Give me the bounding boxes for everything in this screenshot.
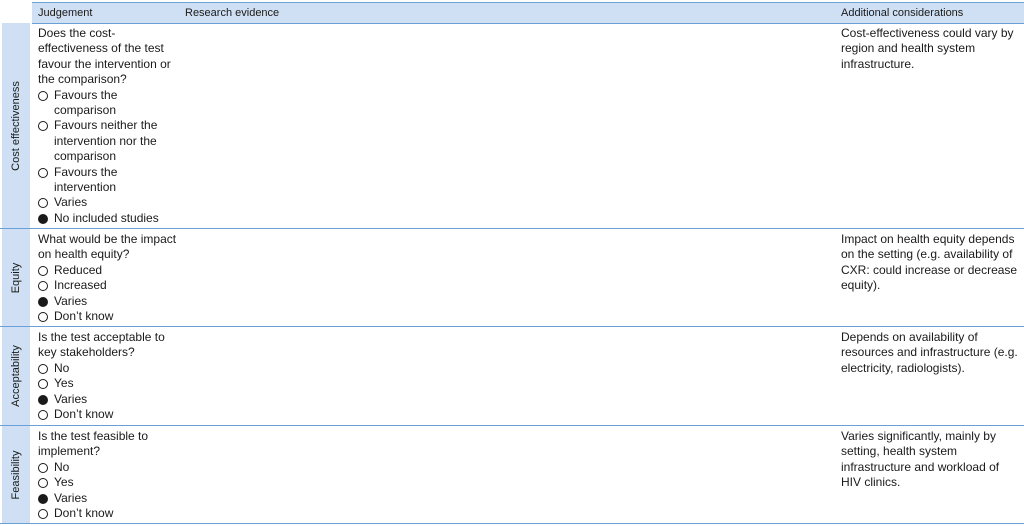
judgement-cell: Is the test acceptable to key stakeholde… [38,330,180,422]
judgement-option[interactable]: Favours the intervention [38,165,180,196]
row-label: Feasibility [10,450,22,499]
radio-empty-icon[interactable] [38,410,48,421]
judgement-question: Does the cost-effectiveness of the test … [38,26,171,87]
option-label: Don’t know [54,506,114,521]
judgement-option[interactable]: Don’t know [38,506,180,521]
header-additional-considerations: Additional considerations [841,7,964,19]
radio-filled-icon[interactable] [38,493,48,504]
table-header: Judgement Research evidence Additional c… [32,2,1024,24]
radio-empty-icon[interactable] [38,478,48,489]
option-label: No [54,459,70,474]
row-label-cell: Cost effectiveness [2,23,30,228]
radio-empty-icon[interactable] [38,90,48,101]
judgement-option[interactable]: Yes [38,376,180,391]
option-label: Increased [54,278,107,293]
consideration-cell: Depends on availability of resources and… [841,330,1018,375]
judgement-option[interactable]: No [38,460,180,475]
judgement-cell: What would be the impact on health equit… [38,232,180,324]
judgement-cell: Does the cost-effectiveness of the test … [38,26,180,226]
option-label: Varies [54,490,88,505]
radio-filled-icon[interactable] [38,213,48,224]
radio-empty-icon[interactable] [38,167,48,178]
option-label: Varies [54,195,88,210]
judgement-option[interactable]: Favours the comparison [38,88,180,119]
header-research-evidence: Research evidence [185,7,280,19]
consideration-cell: Impact on health equity depends on the s… [841,232,1018,293]
radio-empty-icon[interactable] [38,509,48,520]
judgement-option[interactable]: Favours neither the intervention nor the… [38,118,180,164]
judgement-option[interactable]: Don’t know [38,407,180,422]
judgement-option[interactable]: Varies [38,294,180,309]
option-label: Don’t know [54,407,114,422]
judgement-option[interactable]: Don’t know [38,309,180,324]
option-label: Yes [54,475,74,490]
option-label: Reduced [54,262,103,277]
radio-empty-icon[interactable] [38,281,48,292]
header-judgement: Judgement [38,7,93,19]
row-acceptability: Acceptability Is the test acceptable to … [0,327,1024,426]
radio-empty-icon[interactable] [38,198,48,209]
judgement-cell: Is the test feasible to implement? No Ye… [38,429,180,521]
row-label-cell: Equity [2,229,30,326]
option-label: Varies [54,293,88,308]
radio-empty-icon[interactable] [38,379,48,390]
judgement-option[interactable]: Varies [38,392,180,407]
option-label: No [54,360,70,375]
row-equity: Equity What would be the impact on healt… [0,229,1024,327]
row-feasibility: Feasibility Is the test feasible to impl… [0,426,1024,524]
row-label: Acceptability [10,345,22,407]
row-label-cell: Feasibility [2,426,30,523]
judgement-question: Is the test feasible to implement? [38,429,149,459]
option-label: Varies [54,391,88,406]
row-label: Equity [10,262,22,293]
option-label: Favours neither the intervention nor the… [54,118,158,164]
radio-filled-icon[interactable] [38,296,48,307]
radio-empty-icon[interactable] [38,462,48,473]
radio-empty-icon[interactable] [38,121,48,132]
consideration-cell: Cost-effectiveness could vary by region … [841,26,1014,71]
row-cost-effectiveness: Cost effectiveness Does the cost-effecti… [0,23,1024,229]
judgement-option[interactable]: No [38,361,180,376]
radio-filled-icon[interactable] [38,394,48,405]
row-label-cell: Acceptability [2,327,30,425]
row-label: Cost effectiveness [10,80,22,171]
judgement-option[interactable]: Yes [38,475,180,490]
judgement-question: Is the test acceptable to key stakeholde… [38,330,165,360]
option-label: No included studies [54,210,159,225]
radio-empty-icon[interactable] [38,265,48,276]
judgement-option[interactable]: Increased [38,278,180,293]
option-label: Favours the intervention [54,164,118,195]
judgement-option[interactable]: No included studies [38,211,180,226]
judgement-option[interactable]: Varies [38,491,180,506]
judgement-question: What would be the impact on health equit… [38,232,177,262]
option-label: Favours the comparison [54,87,118,118]
radio-empty-icon[interactable] [38,312,48,323]
option-label: Don’t know [54,309,114,324]
judgement-option[interactable]: Varies [38,195,180,210]
radio-empty-icon[interactable] [38,363,48,374]
judgement-option[interactable]: Reduced [38,263,180,278]
consideration-cell: Varies significantly, mainly by setting,… [841,429,1000,490]
option-label: Yes [54,376,74,391]
